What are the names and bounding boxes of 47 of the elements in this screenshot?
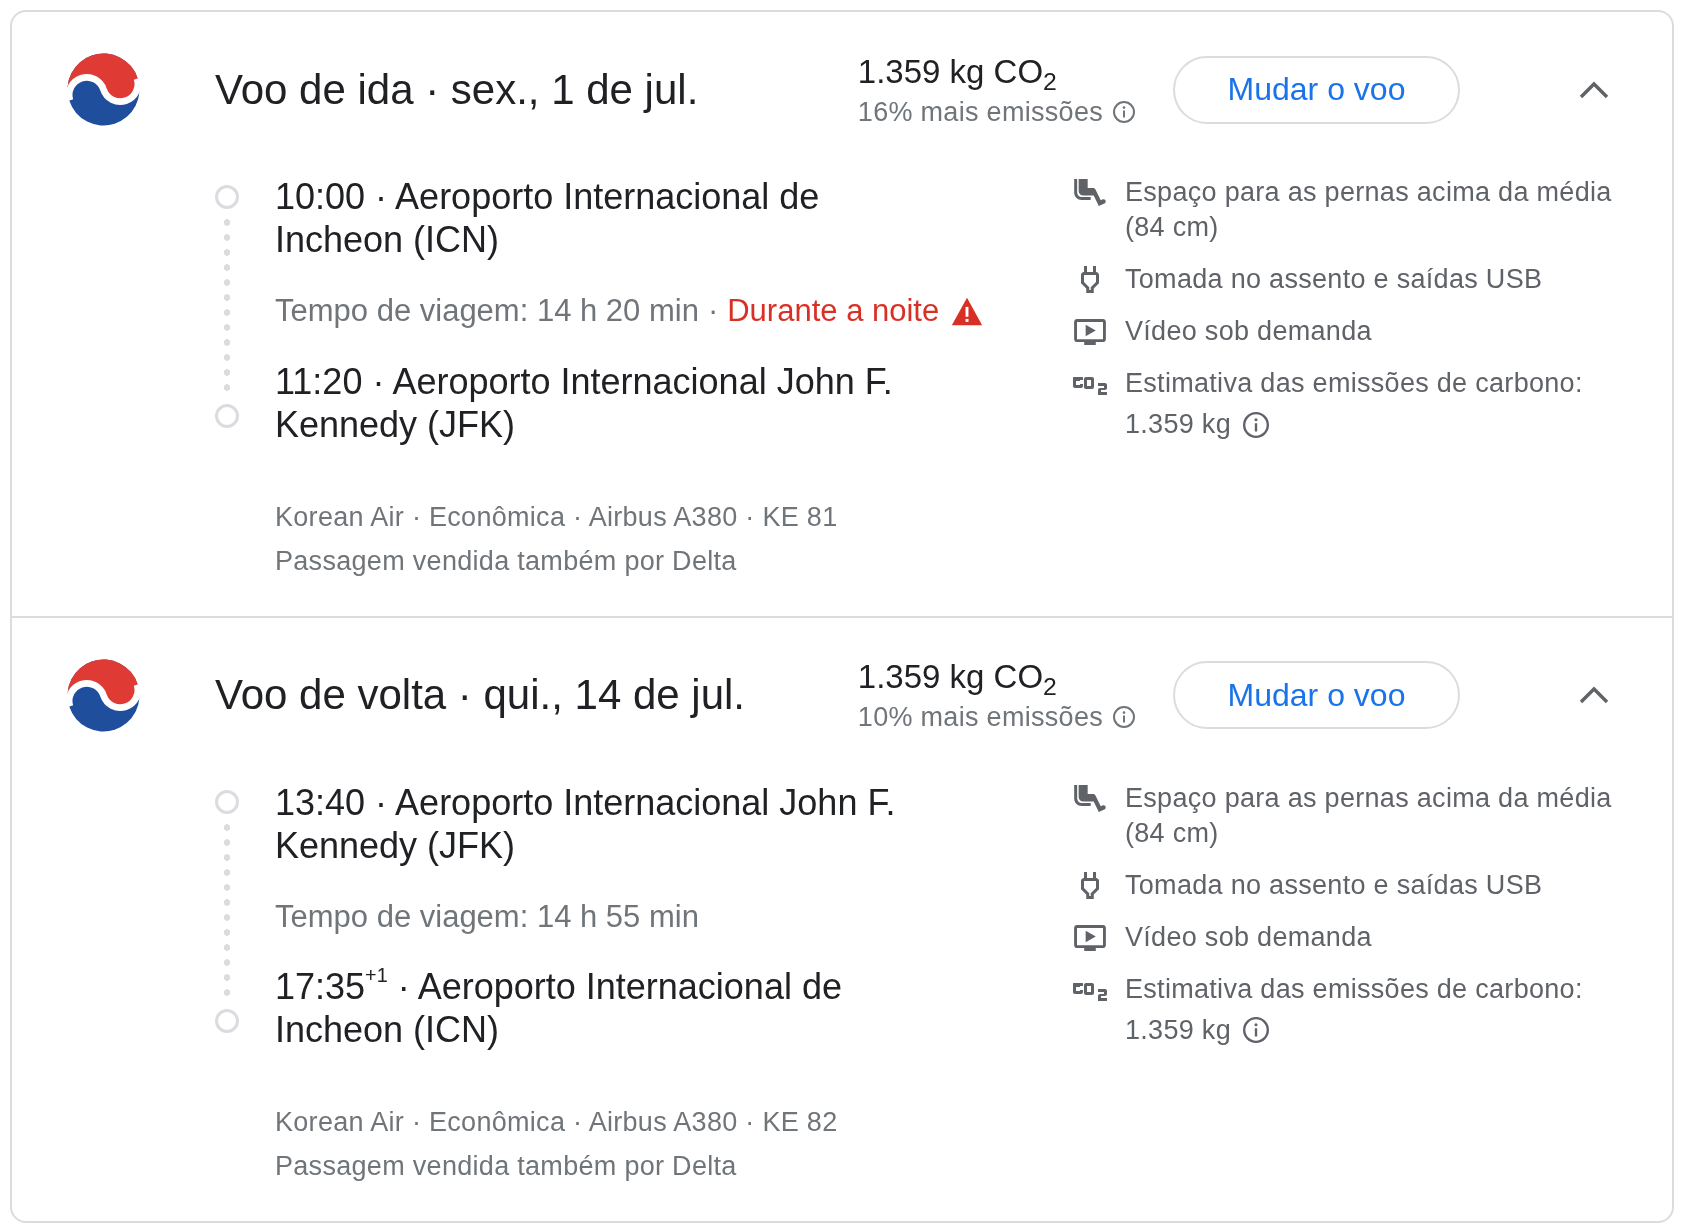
departure-info: 13:40 · Aeroporto Internacional John F. Kennedy (JFK) [275, 780, 897, 867]
power-plug-icon [1081, 266, 1099, 293]
flight-title: Voo de ida · sex., 1 de jul. [215, 65, 700, 114]
change-flight-button[interactable]: Mudar o voo [1173, 661, 1460, 729]
amenity-text: Vídeo sob demanda [1125, 920, 1372, 954]
change-flight-button[interactable]: Mudar o voo [1173, 55, 1460, 124]
separator: · [707, 292, 719, 330]
legroom-seat-icon [1074, 784, 1106, 812]
info-icon[interactable] [1243, 411, 1269, 438]
chevron-up-icon[interactable] [1579, 80, 1609, 99]
legroom-seat-icon [1074, 179, 1106, 206]
power-plug-icon [1081, 871, 1099, 899]
arrival-info: 11:20 · Aeroporto Internacional John F. Kennedy (JFK) [275, 359, 894, 446]
video-screen-icon [1074, 924, 1106, 951]
ticket-seller-note: Passagem vendida também por Delta [275, 544, 737, 578]
co2-icon [1073, 377, 1107, 395]
info-icon[interactable] [1113, 706, 1135, 728]
amenity-text: Estimativa das emissões de carbono: [1125, 367, 1583, 400]
info-icon[interactable] [1113, 100, 1135, 123]
amenity-text: Estimativa das emissões de carbono: [1125, 972, 1583, 1006]
info-icon[interactable] [1243, 1017, 1269, 1043]
flight-details: Korean Air · Econômica · Airbus A380 · KE 81 [275, 500, 838, 534]
emissions-comparison: 16% mais emissões [857, 95, 1103, 129]
amenity-text: Espaço para as pernas acima da média (84 cm) [1125, 781, 1613, 850]
amenity-value: 1.359 kg [1125, 1013, 1231, 1047]
flight-title: Voo de volta · qui., 14 de jul. [215, 671, 747, 719]
ticket-seller-note: Passagem vendida também por Delta [275, 1150, 737, 1183]
swirl-logo-icon [66, 657, 141, 733]
swirl-logo-icon [66, 52, 141, 127]
amenity-value: 1.359 kg [1125, 408, 1231, 441]
flight-details: Korean Air · Econômica · Airbus A380 · KE 82 [275, 1106, 838, 1139]
amenity-text: Tomada no assento e saídas USB [1125, 868, 1543, 902]
emissions-comparison: 10% mais emissões [857, 701, 1103, 734]
amenity-text: Espaço para as pernas acima da média (84 cm) [1125, 176, 1613, 244]
chevron-up-icon[interactable] [1579, 686, 1609, 704]
amenity-text: Vídeo sob demanda [1125, 315, 1372, 348]
arrival-info: 17:35$^{+1}$ · Aeroporto Internacional de Incheon (ICN) [275, 965, 843, 1051]
video-screen-icon [1074, 319, 1106, 345]
amenity-text: Tomada no assento e saídas USB [1125, 263, 1543, 296]
emissions-amount: 1.359 kg CO$_{2}$ [857, 657, 1057, 698]
departure-info: 10:00 · Aeroporto Internacional de Incheon (ICN) [275, 175, 821, 261]
emissions-amount: 1.359 kg CO$_{2}$ [857, 51, 1057, 93]
overnight-warning: Durante a noite [727, 292, 940, 330]
warning-icon [951, 296, 984, 326]
travel-time: Tempo de viagem: 14 h 20 min [275, 292, 699, 330]
co2-icon [1073, 982, 1107, 1001]
travel-time: Tempo de viagem: 14 h 55 min [275, 897, 699, 936]
